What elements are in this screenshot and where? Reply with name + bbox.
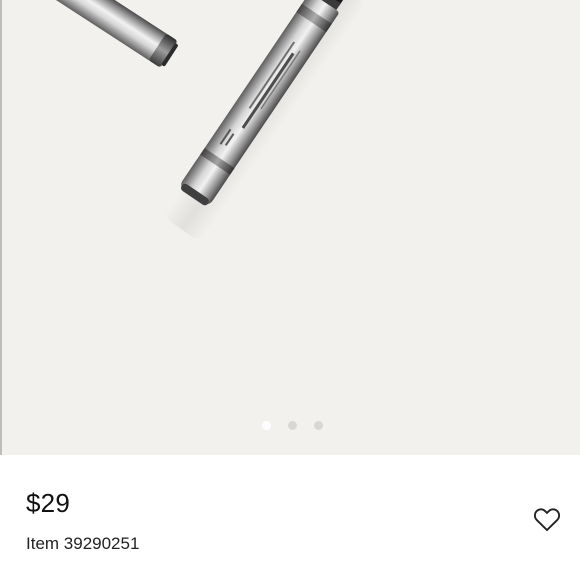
product-info: $29 Item 39290251 xyxy=(0,455,580,580)
heart-outline-icon xyxy=(533,508,561,532)
eyeliner-cap xyxy=(13,0,178,67)
item-number: Item 39290251 xyxy=(26,534,140,553)
carousel-dot-2[interactable] xyxy=(288,421,297,430)
product-price: $29 xyxy=(26,488,70,518)
carousel-dot-3[interactable] xyxy=(314,421,323,430)
product-image-gallery[interactable] xyxy=(0,0,580,455)
favorite-button[interactable] xyxy=(532,505,562,533)
carousel-dot-1[interactable] xyxy=(262,421,271,430)
carousel-indicator xyxy=(2,421,580,431)
product-image xyxy=(13,0,379,239)
